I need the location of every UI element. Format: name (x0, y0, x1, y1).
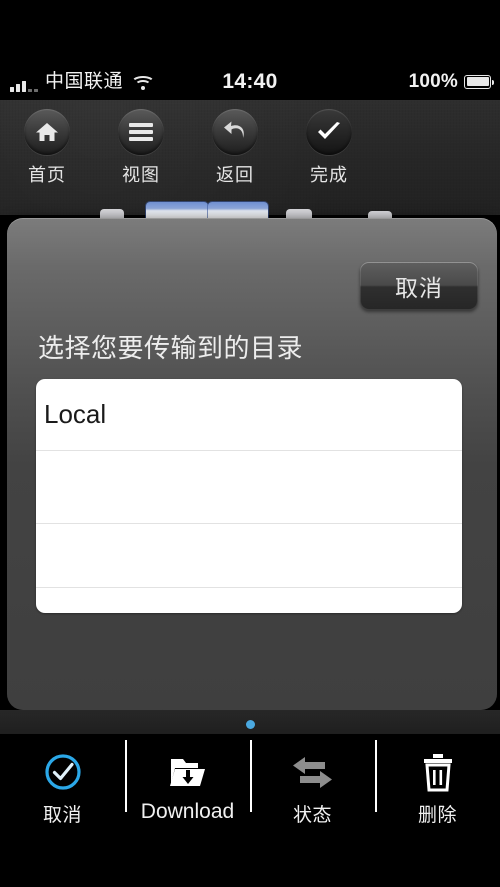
transfer-arrows-icon (291, 751, 335, 793)
folder-download-icon (167, 751, 209, 793)
list-view-icon (118, 109, 164, 155)
toolbar-label-done: 完成 (310, 165, 348, 186)
background-thumb-selected (146, 202, 208, 218)
toolbar-label-view: 视图 (122, 165, 160, 186)
tab-label-status: 状态 (292, 804, 332, 826)
background-thumb-3 (368, 211, 392, 218)
toolbar-button-done[interactable]: 完成 (282, 109, 376, 187)
toolbar-label-home: 首页 (28, 165, 66, 186)
toolbar-button-home[interactable]: 首页 (0, 109, 94, 187)
popover-title: 选择您要传输到的目录 (38, 334, 304, 364)
tab-download[interactable]: Download (125, 734, 250, 887)
battery-full-icon (464, 74, 494, 89)
tab-delete[interactable]: 删除 (375, 734, 500, 887)
background-content-sliver (0, 196, 500, 218)
toolbar-button-back[interactable]: 返回 (188, 109, 282, 187)
page-dot-active[interactable] (245, 719, 255, 729)
popover-cancel-button[interactable]: 取消 (360, 262, 478, 310)
status-bar: 中国联通 14:40 100% (0, 63, 500, 100)
directory-list[interactable]: Local (36, 379, 462, 613)
status-bar-right: 100% (409, 71, 500, 93)
check-circle-icon (43, 751, 83, 793)
list-item[interactable]: Local (36, 379, 462, 451)
toolbar-label-back: 返回 (216, 165, 254, 186)
background-thumb (100, 209, 124, 218)
trash-icon (421, 751, 455, 793)
list-item[interactable] (36, 588, 462, 613)
background-thumb-selected-2 (208, 202, 268, 218)
undo-back-arrow-icon (212, 109, 258, 155)
battery-percent-label: 100% (408, 70, 458, 92)
directory-picker-popover: 取消 选择您要传输到的目录 Local (7, 218, 497, 733)
tab-label-delete: 删除 (417, 804, 457, 826)
tab-cancel[interactable]: 取消 (0, 734, 125, 887)
top-toolbar-items: 首页 视图 返回 完成 (0, 100, 500, 187)
tab-label-cancel: 取消 (42, 804, 82, 826)
bottom-tab-bar: 取消 Download 状态 删除 (0, 734, 500, 887)
list-item[interactable] (36, 451, 462, 524)
home-icon (24, 109, 70, 155)
list-item[interactable] (36, 524, 462, 588)
checkmark-icon (306, 109, 352, 155)
tab-label-download: Download (140, 800, 235, 823)
page-dots[interactable] (0, 714, 500, 734)
toolbar-button-view[interactable]: 视图 (94, 109, 188, 187)
tab-status[interactable]: 状态 (250, 734, 375, 887)
background-thumb-2 (286, 209, 312, 218)
app-screen: 中国联通 14:40 100% 首页 视图 返回 完成 取消 选择您要传输到的目… (0, 0, 500, 887)
